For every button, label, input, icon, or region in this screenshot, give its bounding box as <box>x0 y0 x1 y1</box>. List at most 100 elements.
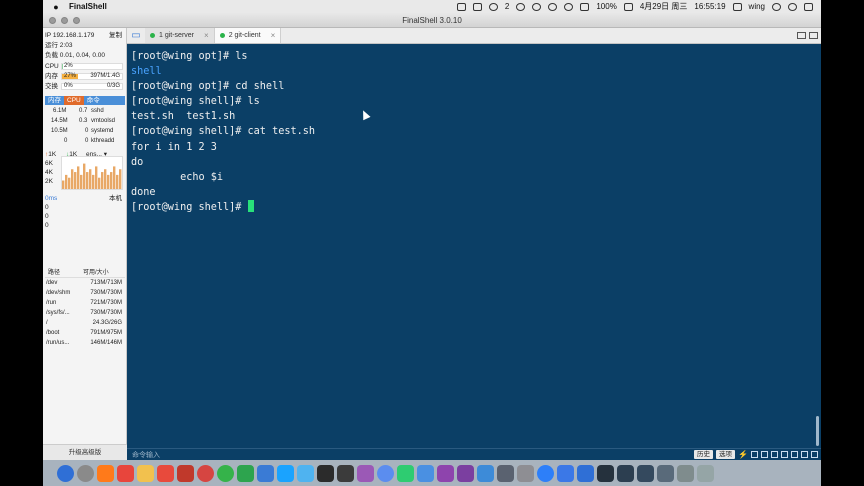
terminal-scrollbar[interactable] <box>816 416 819 446</box>
wifi-icon[interactable] <box>564 2 574 11</box>
dock-app-icon[interactable] <box>397 464 414 482</box>
dock-app-icon[interactable] <box>357 464 374 482</box>
upgrade-button[interactable]: 升级高级版 <box>43 444 127 460</box>
dock-app-icon[interactable] <box>177 464 194 482</box>
fullscreen-icon[interactable] <box>811 451 818 458</box>
history-button[interactable]: 历史 <box>694 450 714 459</box>
app-menu-name[interactable]: FinalShell <box>69 2 107 11</box>
dock-app-icon[interactable] <box>437 464 454 482</box>
copy-icon[interactable] <box>751 451 758 458</box>
bell-icon[interactable] <box>516 2 526 11</box>
dock-app-icon[interactable] <box>517 464 534 482</box>
dock-app-icon[interactable] <box>457 464 474 482</box>
dock-app-icon[interactable] <box>57 464 74 482</box>
dock-app-icon[interactable] <box>597 464 614 482</box>
bluetooth-icon[interactable] <box>548 2 558 11</box>
options-button[interactable]: 选项 <box>716 450 736 459</box>
dock-app-icon[interactable] <box>477 464 494 482</box>
menu-bar-time[interactable]: 16:55:19 <box>694 2 725 11</box>
disk-row[interactable]: /sys/fs/... 730M/730M <box>45 308 125 318</box>
process-tab-cpu[interactable]: CPU <box>64 96 84 105</box>
dock-app-icon[interactable] <box>537 464 554 482</box>
process-row[interactable]: 14.5M 0.3 vmtoolsd <box>45 116 125 126</box>
gear-icon[interactable] <box>532 2 542 11</box>
network-bar <box>83 163 86 189</box>
disk-row[interactable]: / 24.3G/26G <box>45 318 125 328</box>
dock-app-icon[interactable] <box>277 464 294 482</box>
terminal-line: do <box>131 156 144 168</box>
camera-icon[interactable] <box>472 2 482 11</box>
process-row[interactable]: 10.5M 0 systemd <box>45 126 125 136</box>
wechat-icon[interactable] <box>488 2 498 11</box>
dock-app-icon[interactable] <box>117 464 134 482</box>
grid-layout-icon[interactable] <box>797 32 806 39</box>
dock-app-icon[interactable] <box>637 464 654 482</box>
dock-app-icon[interactable] <box>137 464 154 482</box>
disk-row[interactable]: /run 721M/730M <box>45 298 125 308</box>
dock-app-icon[interactable] <box>317 464 334 482</box>
search-icon[interactable] <box>772 2 781 11</box>
disk-size: 791M/975M <box>90 330 122 336</box>
folder-icon[interactable] <box>771 451 778 458</box>
process-cmd: kthreadd <box>91 138 115 144</box>
dock-app-icon[interactable] <box>557 464 574 482</box>
close-tab-icon[interactable]: × <box>204 31 209 40</box>
process-row[interactable]: 6.1M 0.7 sshd <box>45 106 125 116</box>
list-icon[interactable] <box>804 2 813 11</box>
ping-host[interactable]: 本机 <box>109 194 122 203</box>
siri-icon[interactable] <box>788 2 797 11</box>
dock-app-icon[interactable] <box>77 464 94 482</box>
dock-app-icon[interactable] <box>337 464 354 482</box>
volume-icon[interactable] <box>580 2 590 11</box>
apple-icon[interactable]: ● <box>51 2 61 12</box>
dock-app-icon[interactable] <box>217 464 234 482</box>
menu-icon[interactable] <box>809 32 818 39</box>
command-input[interactable]: 命令输入 <box>132 450 160 460</box>
dock-app-icon[interactable] <box>697 464 714 482</box>
menu-bar-user[interactable]: wing <box>749 2 765 11</box>
disk-row[interactable]: /boot 791M/975M <box>45 328 125 338</box>
close-tab-icon[interactable]: × <box>271 31 276 40</box>
tab-git-server[interactable]: 1 git-server × <box>145 28 215 43</box>
copy-ip-button[interactable]: 复制 <box>109 31 122 40</box>
search-icon[interactable] <box>781 451 788 458</box>
dock-app-icon[interactable] <box>497 464 514 482</box>
folder-icon[interactable]: ▭ <box>127 28 145 43</box>
terminal-output[interactable]: [root@wing opt]# ls shell [root@wing opt]#… <box>127 44 821 448</box>
tab-git-client[interactable]: 2 git-client × <box>214 28 282 43</box>
user-icon[interactable] <box>732 2 742 11</box>
disk-size: 713M/713M <box>90 280 122 286</box>
disk-row[interactable]: /run/us... 146M/146M <box>45 338 125 348</box>
dock-app-icon[interactable] <box>377 464 394 482</box>
terminal-prompt-line: [root@wing shell]# <box>131 199 817 215</box>
dock-app-icon[interactable] <box>97 464 114 482</box>
dock-app-icon[interactable] <box>577 464 594 482</box>
dock-app-icon[interactable] <box>197 464 214 482</box>
display-icon[interactable] <box>456 2 466 11</box>
process-tab-mem[interactable]: 内存 <box>45 96 64 105</box>
arrow-up-icon[interactable] <box>801 451 808 458</box>
disk-row[interactable]: /dev 713M/713M <box>45 278 125 288</box>
dock-app-icon[interactable] <box>657 464 674 482</box>
dock-app-icon[interactable] <box>157 464 174 482</box>
dock-app-icon[interactable] <box>617 464 634 482</box>
dock-app-icon[interactable] <box>237 464 254 482</box>
process-tabs: 内存 CPU 命令 <box>45 96 125 105</box>
window-titlebar[interactable]: FinalShell 3.0.10 <box>43 13 821 28</box>
settings-icon[interactable] <box>791 451 798 458</box>
dock-app-icon[interactable] <box>417 464 434 482</box>
process-cmd: sshd <box>91 108 104 114</box>
disk-size: 24.3G/26G <box>92 320 122 326</box>
paste-icon[interactable] <box>761 451 768 458</box>
menu-bar-date[interactable]: 4月29日 周三 <box>640 1 688 12</box>
dock-app-icon[interactable] <box>257 464 274 482</box>
battery-icon[interactable] <box>623 2 633 11</box>
process-row[interactable]: 0 0 kthreadd <box>45 136 125 146</box>
lightning-icon[interactable]: ⚡ <box>738 450 748 459</box>
dock-app-icon[interactable] <box>297 464 314 482</box>
process-tab-cmd[interactable]: 命令 <box>84 96 103 105</box>
disk-row[interactable]: /dev/shm 730M/730M <box>45 288 125 298</box>
disk-header-size: 可用/大小 <box>83 270 109 276</box>
network-bar <box>65 174 68 189</box>
dock-app-icon[interactable] <box>677 464 694 482</box>
